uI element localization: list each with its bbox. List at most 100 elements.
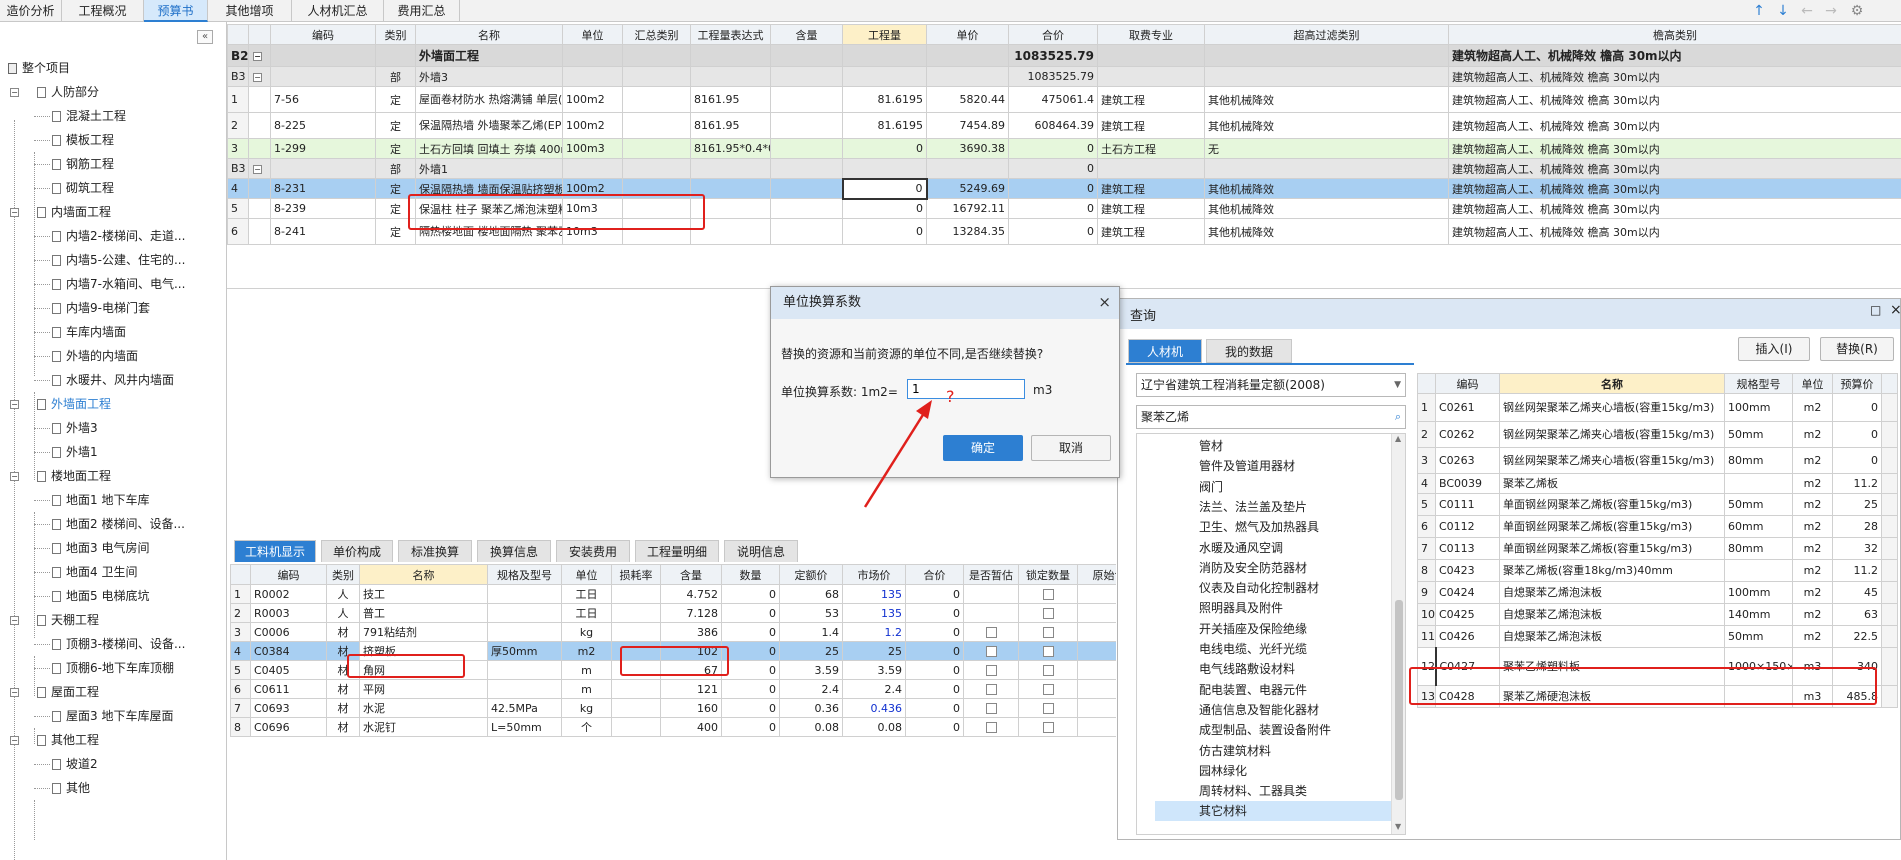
query-row[interactable]: 3 C0263 钢丝网架聚苯乙烯夹心墙板(容重15kg/m3) 80mm m2 0 (1417, 447, 1898, 474)
row-expression[interactable]: 8161.95 (690, 112, 771, 139)
tab-quantity-detail[interactable]: 工程量明细 (635, 540, 719, 562)
q-price[interactable]: 28 (1832, 515, 1882, 538)
res-original[interactable]: 4. (1077, 584, 1116, 604)
tab-my-data[interactable]: 我的数据 (1206, 339, 1292, 363)
row-quantity[interactable]: 81.6195 (842, 112, 927, 139)
res-lock[interactable] (1018, 603, 1078, 623)
res-unit[interactable]: kg (561, 698, 612, 718)
q-name[interactable]: 自熄聚苯乙烯泡沫板 (1499, 581, 1725, 604)
res-estimate[interactable] (963, 584, 1019, 604)
category-item[interactable]: 法兰、法兰盖及垫片 (1199, 497, 1307, 517)
row-index[interactable]: 1 (1417, 393, 1436, 422)
q-spec[interactable] (1724, 473, 1793, 494)
res-loss[interactable] (611, 622, 661, 642)
q-price[interactable]: 0 (1832, 393, 1882, 422)
tree-node[interactable]: 钢筋工程 (52, 154, 114, 174)
tree-node[interactable]: 外墙的内墙面 (52, 346, 138, 366)
res-market[interactable]: 25 (842, 641, 906, 661)
category-item[interactable]: 电气线路敷设材料 (1199, 659, 1295, 679)
q-price[interactable]: 25 (1832, 493, 1882, 516)
tab-fee-summary[interactable]: 费用汇总 (384, 0, 460, 22)
q-name[interactable]: 聚苯乙烯板(容重18kg/m3)40mm (1499, 559, 1725, 582)
row-index[interactable]: 7 (1417, 537, 1436, 560)
res-type[interactable]: 人 (326, 603, 360, 623)
q-spec[interactable]: 80mm (1724, 447, 1793, 474)
row-index[interactable]: 3 (230, 622, 251, 642)
col-eave-type[interactable]: 檐高类别 (1448, 24, 1901, 45)
res-estimate[interactable] (963, 698, 1019, 718)
row-toggle[interactable] (248, 112, 271, 139)
res-market[interactable]: 135 (842, 603, 906, 623)
checkbox-icon[interactable] (985, 703, 997, 714)
row-toggle[interactable]: − (248, 44, 271, 67)
res-original[interactable] (1077, 679, 1116, 699)
res-code[interactable]: C0006 (250, 622, 327, 642)
conversion-factor-input[interactable] (907, 379, 1025, 399)
query-row[interactable]: 7 C0113 单面钢丝网聚苯乙烯板(容重15kg/m3) 80mm m2 32 (1417, 537, 1898, 560)
res-estimate[interactable] (963, 679, 1019, 699)
res-total[interactable]: 0 (905, 698, 964, 718)
res-original[interactable] (1077, 698, 1116, 718)
q-col-unit[interactable]: 单位 (1792, 373, 1833, 394)
checkbox-icon[interactable] (1042, 589, 1054, 600)
res-market[interactable]: 3.59 (842, 660, 906, 680)
category-item[interactable]: 周转材料、工器具类 (1199, 781, 1307, 801)
res-market[interactable]: 2.4 (842, 679, 906, 699)
checkbox-icon[interactable] (985, 627, 997, 638)
tree-node[interactable]: 整个项目 (8, 58, 70, 78)
row-index[interactable]: 8 (230, 717, 251, 737)
row-index[interactable]: 5 (1417, 493, 1436, 516)
scroll-up-icon[interactable]: ▲ (1395, 434, 1401, 443)
tree-node[interactable]: 地面3 电气房间 (52, 538, 149, 558)
res-qty[interactable]: 0 (721, 641, 780, 661)
tree-node[interactable]: 外墙3 (52, 418, 98, 438)
res-lock[interactable] (1018, 641, 1078, 661)
tree-node[interactable]: 顶棚3-楼梯间、设备... (52, 634, 185, 654)
res-original[interactable]: 7. (1077, 603, 1116, 623)
res-content[interactable]: 160 (660, 698, 722, 718)
res-loss[interactable] (611, 717, 661, 737)
q-spec[interactable]: 50mm (1724, 421, 1793, 448)
res-estimate[interactable] (963, 603, 1019, 623)
tab-standard-conversion[interactable]: 标准换算 (398, 540, 472, 562)
q-unit[interactable]: m2 (1792, 603, 1833, 626)
tab-project-overview[interactable]: 工程概况 (62, 0, 144, 22)
tab-resource-display[interactable]: 工料机显示 (234, 540, 316, 562)
res-col-original[interactable]: 原始含 (1077, 564, 1116, 585)
collapse-toggle-icon[interactable]: − (253, 51, 262, 61)
tab-price-breakdown[interactable]: 单价构成 (321, 540, 393, 562)
category-item[interactable]: 园林绿化 (1199, 761, 1247, 781)
tree-node[interactable]: 坡道2 (52, 754, 98, 774)
category-item[interactable]: 开关插座及保险绝缘 (1199, 619, 1307, 639)
category-item[interactable]: 其它材料 (1155, 801, 1405, 822)
ok-button[interactable]: 确定 (943, 435, 1023, 461)
res-type[interactable]: 材 (326, 717, 360, 737)
q-code[interactable]: C0111 (1435, 493, 1500, 516)
q-name[interactable]: 自熄聚苯乙烯泡沫板 (1499, 625, 1725, 648)
resource-row[interactable]: 7 C0693 材水泥 42.5MPa kg 160 0 0.36 0.436 0 (230, 698, 1116, 718)
col-height-filter[interactable]: 超高过滤类别 (1204, 24, 1449, 45)
resource-row[interactable]: 1R0002人技工工日4.75206813504. (230, 584, 1116, 604)
res-col-lock[interactable]: 锁定数量 (1018, 564, 1078, 585)
res-unit[interactable]: 工日 (561, 603, 612, 623)
res-total[interactable]: 0 (905, 641, 964, 661)
res-col-total[interactable]: 合价 (905, 564, 964, 585)
res-content[interactable]: 7.128 (660, 603, 722, 623)
q-name[interactable]: 钢丝网架聚苯乙烯夹心墙板(容重15kg/m3) (1499, 393, 1725, 422)
res-spec[interactable]: 厚50mm (487, 641, 562, 661)
arrow-right-icon[interactable]: → (1822, 2, 1840, 20)
res-lock[interactable] (1018, 622, 1078, 642)
cancel-button[interactable]: 取消 (1031, 435, 1111, 461)
row-toggle[interactable]: − (248, 66, 271, 87)
res-col-qty[interactable]: 数量 (721, 564, 780, 585)
checkbox-icon[interactable] (985, 646, 997, 657)
resource-row[interactable]: 6 C0611 材平网 m 121 0 2.4 2.4 0 (230, 679, 1116, 699)
tree-node[interactable]: 内墙7-水箱间、电气... (52, 274, 185, 294)
collapse-toggle-icon[interactable]: − (253, 164, 262, 174)
checkbox-icon[interactable] (1042, 646, 1054, 657)
tree-node[interactable]: 混凝土工程 (52, 106, 126, 126)
tree-node[interactable]: − 其他工程 (10, 730, 99, 750)
res-estimate[interactable] (963, 622, 1019, 642)
res-unit[interactable]: 工日 (561, 584, 612, 604)
category-item[interactable]: 仿古建筑材料 (1199, 741, 1271, 761)
